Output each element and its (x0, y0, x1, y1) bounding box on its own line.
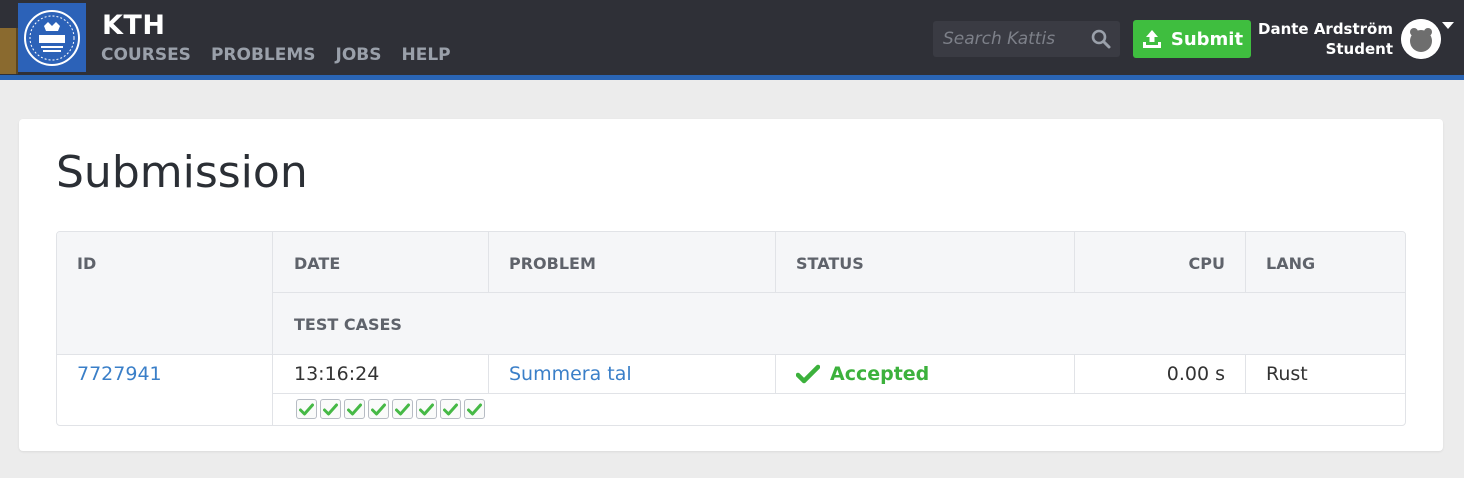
status-badge: Accepted (796, 363, 929, 385)
divider (488, 354, 489, 393)
checkmark-icon (796, 364, 820, 384)
brand-title[interactable]: KTH (102, 10, 165, 41)
divider (1074, 232, 1075, 292)
test-cases (296, 399, 485, 419)
navbar-accent-stripe (0, 75, 1464, 80)
nav-problems[interactable]: PROBLEMS (211, 45, 316, 65)
divider (272, 292, 1405, 293)
submission-table: ID DATE PROBLEM STATUS CPU LANG TEST CAS… (56, 231, 1406, 426)
test-case-passed-icon[interactable] (368, 399, 389, 419)
user-menu-caret-icon[interactable] (1442, 22, 1454, 29)
upload-icon (1142, 30, 1161, 48)
user-role: Student (1325, 40, 1393, 58)
submit-label: Submit (1170, 28, 1244, 50)
user-name: Dante Ardström (1258, 20, 1393, 38)
divider (1245, 354, 1246, 393)
search-icon[interactable] (1090, 28, 1112, 50)
divider (57, 354, 1405, 355)
page-title: Submission (56, 147, 308, 198)
divider (1245, 232, 1246, 292)
test-case-passed-icon[interactable] (344, 399, 365, 419)
divider (775, 354, 776, 393)
submission-id-link[interactable]: 7727941 (77, 363, 162, 385)
test-case-passed-icon[interactable] (296, 399, 317, 419)
test-case-passed-icon[interactable] (320, 399, 341, 419)
problem-link[interactable]: Summera tal (509, 363, 632, 385)
main-nav: COURSES PROBLEMS JOBS HELP (101, 45, 451, 65)
divider (1074, 354, 1075, 393)
header-lang: LANG (1266, 254, 1316, 273)
divider (272, 393, 1405, 394)
header-id: ID (77, 254, 97, 273)
divider (272, 232, 273, 425)
header-problem: PROBLEM (509, 254, 596, 273)
submission-date: 13:16:24 (294, 363, 380, 385)
nav-help[interactable]: HELP (402, 45, 451, 65)
user-info[interactable]: Dante Ardström Student (1258, 19, 1393, 59)
nav-courses[interactable]: COURSES (101, 45, 191, 65)
partial-avatar-image (0, 28, 18, 74)
header-status: STATUS (796, 254, 864, 273)
divider (488, 232, 489, 292)
nav-jobs[interactable]: JOBS (336, 45, 382, 65)
kth-logo-icon[interactable] (18, 3, 86, 72)
table-header (57, 232, 1405, 354)
search-input[interactable] (933, 21, 1083, 57)
submit-button[interactable]: Submit (1133, 20, 1251, 58)
divider (775, 232, 776, 292)
top-navbar: KTH COURSES PROBLEMS JOBS HELP Submit Da… (0, 0, 1464, 75)
test-case-passed-icon[interactable] (464, 399, 485, 419)
language: Rust (1266, 363, 1308, 385)
test-case-passed-icon[interactable] (392, 399, 413, 419)
test-case-passed-icon[interactable] (416, 399, 437, 419)
status-text: Accepted (830, 363, 930, 385)
header-cpu: CPU (1188, 254, 1225, 273)
test-case-passed-icon[interactable] (440, 399, 461, 419)
user-avatar[interactable] (1401, 19, 1441, 59)
header-test-cases: TEST CASES (294, 315, 402, 334)
cpu-time: 0.00 s (1166, 363, 1225, 385)
header-date: DATE (294, 254, 341, 273)
search-box (933, 21, 1120, 57)
submission-card: Submission ID DATE PROBLEM STATUS CPU LA… (19, 119, 1443, 451)
